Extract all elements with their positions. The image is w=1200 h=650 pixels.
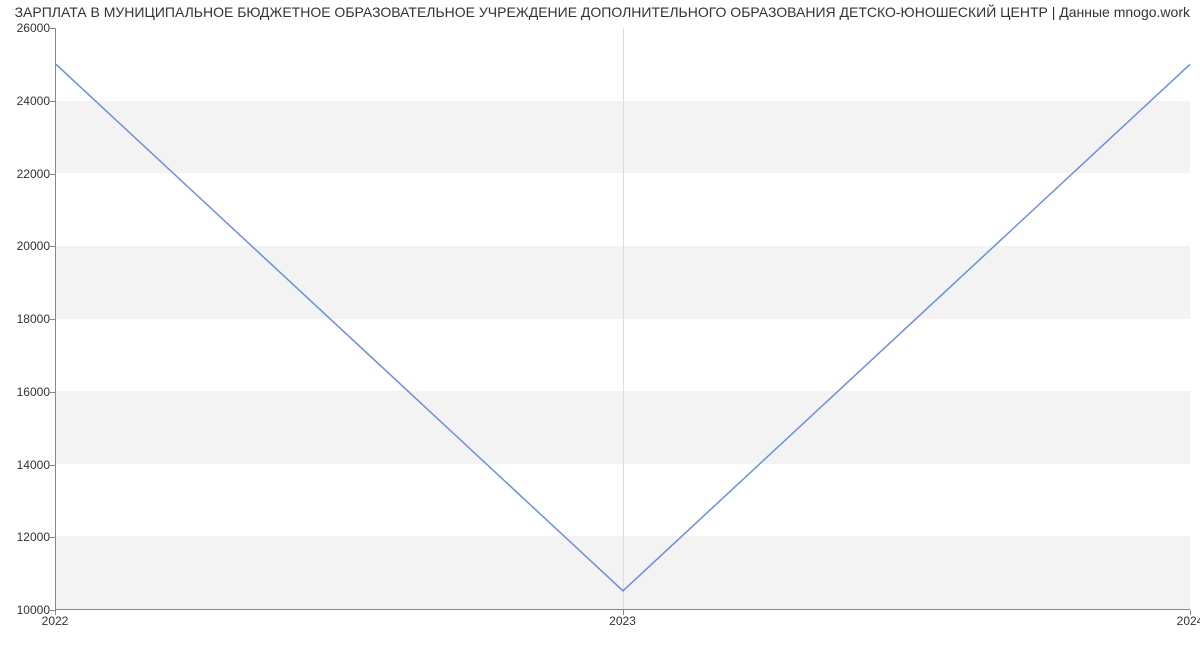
- x-tick-label: 2024: [1177, 614, 1200, 628]
- y-tick-label: 22000: [5, 167, 50, 181]
- chart-container: ЗАРПЛАТА В МУНИЦИПАЛЬНОЕ БЮДЖЕТНОЕ ОБРАЗ…: [0, 0, 1200, 650]
- y-tick-mark: [50, 392, 55, 393]
- y-tick-label: 26000: [5, 21, 50, 35]
- x-tick-mark: [1190, 610, 1191, 615]
- y-tick-label: 14000: [5, 458, 50, 472]
- x-tick-mark: [623, 610, 624, 615]
- y-tick-label: 18000: [5, 312, 50, 326]
- y-tick-mark: [50, 174, 55, 175]
- y-tick-mark: [50, 319, 55, 320]
- y-tick-label: 20000: [5, 239, 50, 253]
- y-tick-label: 16000: [5, 385, 50, 399]
- x-tick-label: 2022: [42, 614, 69, 628]
- y-tick-label: 12000: [5, 530, 50, 544]
- x-tick-mark: [55, 610, 56, 615]
- y-tick-label: 24000: [5, 94, 50, 108]
- y-tick-mark: [50, 246, 55, 247]
- y-tick-mark: [50, 28, 55, 29]
- chart-title: ЗАРПЛАТА В МУНИЦИПАЛЬНОЕ БЮДЖЕТНОЕ ОБРАЗ…: [10, 4, 1190, 20]
- plot-area: [55, 28, 1190, 610]
- y-tick-mark: [50, 537, 55, 538]
- x-tick-label: 2023: [609, 614, 636, 628]
- y-tick-mark: [50, 101, 55, 102]
- chart-line: [56, 28, 1190, 609]
- y-tick-mark: [50, 465, 55, 466]
